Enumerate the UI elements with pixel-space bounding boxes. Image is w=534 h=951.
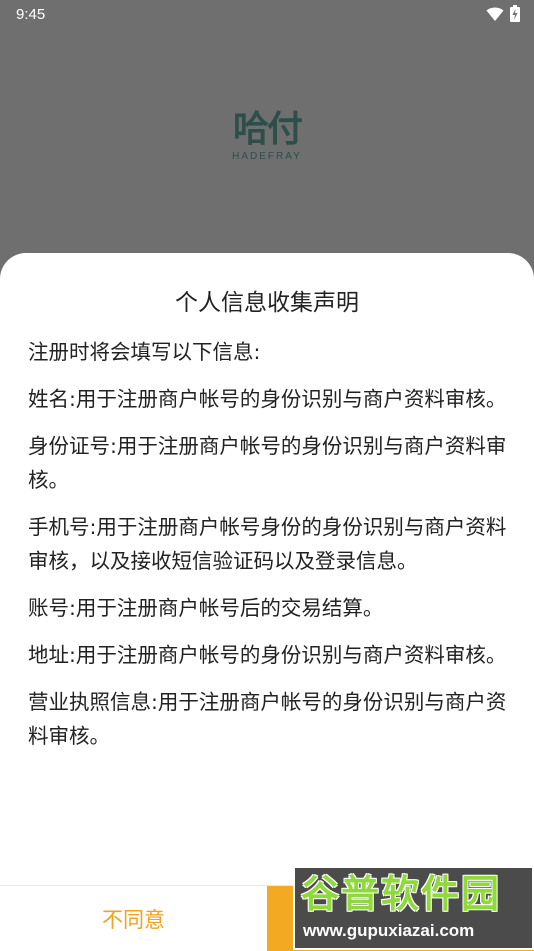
status-time: 9:45 [16, 6, 46, 23]
dialog-content: 注册时将会填写以下信息: 姓名:用于注册商户帐号的身份识别与商户资料审核。 身份… [28, 335, 508, 766]
watermark-text: 谷普软件园 [301, 872, 502, 916]
privacy-dialog: 个人信息收集声明 注册时将会填写以下信息: 姓名:用于注册商户帐号的身份识别与商… [0, 253, 534, 951]
paragraph-business-license: 营业执照信息:用于注册商户帐号的身份识别与商户资料审核。 [28, 690, 507, 748]
status-icons [486, 5, 520, 22]
paragraph-address: 地址:用于注册商户帐号的身份识别与商户资料审核。 [28, 643, 507, 667]
dialog-title: 个人信息收集声明 [175, 290, 359, 316]
paragraph-intro: 注册时将会填写以下信息: [28, 340, 261, 364]
paragraph-account: 账号:用于注册商户帐号后的交易结算。 [28, 596, 384, 620]
paragraph-phone: 手机号:用于注册商户帐号身份的身份识别与商户资料审核，以及接收短信验证码以及登录… [28, 515, 507, 573]
wifi-icon [486, 7, 504, 21]
disagree-button[interactable]: 不同意 [0, 886, 267, 951]
watermark: 谷普软件园 www.gupuxiazai.com [293, 866, 534, 950]
status-bar: 9:45 [0, 0, 534, 28]
logo-subtitle: HADEFRAY [232, 151, 302, 162]
logo-mark: 哈付 [232, 109, 303, 150]
paragraph-name: 姓名:用于注册商户帐号的身份识别与商户资料审核。 [28, 387, 507, 411]
paragraph-id-number: 身份证号:用于注册商户帐号的身份识别与商户资料审核。 [28, 434, 507, 492]
battery-icon [510, 5, 520, 22]
watermark-url: www.gupuxiazai.com [303, 921, 475, 940]
app-logo: 哈付 HADEFRAY [226, 110, 308, 170]
